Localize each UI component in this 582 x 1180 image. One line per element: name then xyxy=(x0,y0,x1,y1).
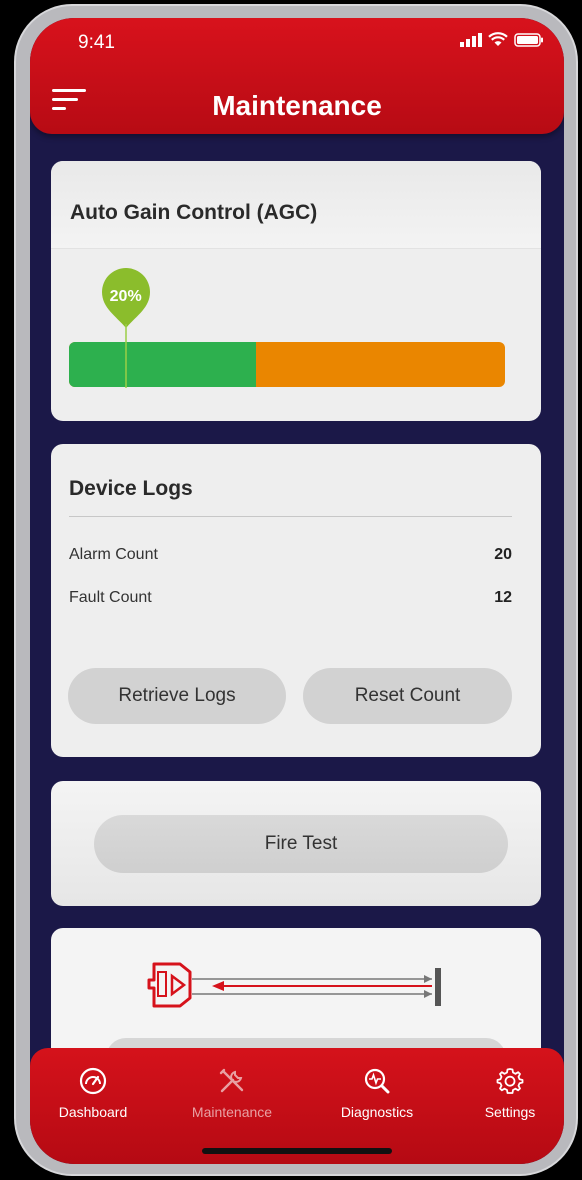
status-time: 9:41 xyxy=(78,32,115,53)
tab-label: Diagnostics xyxy=(340,1104,414,1120)
app-screen: 9:41 Maintenance Auto Gain Control (AGC)… xyxy=(30,18,564,1164)
tab-label: Settings xyxy=(484,1104,536,1120)
log-row-label: Alarm Count xyxy=(69,546,158,563)
log-row-value: 20 xyxy=(494,546,512,563)
beam-detector-diagram xyxy=(147,962,441,1008)
log-row-fault: Fault Count 12 xyxy=(69,589,512,607)
reflector-icon xyxy=(435,968,441,1006)
map-pin-icon xyxy=(101,268,150,388)
agc-level-marker: 20% xyxy=(100,266,152,395)
retrieve-logs-button[interactable]: Retrieve Logs xyxy=(68,668,286,724)
divider xyxy=(69,516,512,517)
device-logs-title: Device Logs xyxy=(69,477,193,500)
app-header: 9:41 Maintenance xyxy=(30,18,564,134)
battery-icon xyxy=(514,32,543,47)
fire-test-card: Fire Test xyxy=(51,781,541,906)
fire-test-button[interactable]: Fire Test xyxy=(94,815,508,873)
wifi-icon xyxy=(488,32,508,46)
device-logs-card: Device Logs Alarm Count 20 Fault Count 1… xyxy=(51,444,541,757)
status-icons xyxy=(460,32,544,47)
tools-icon xyxy=(219,1068,244,1093)
log-row-label: Fault Count xyxy=(69,589,152,606)
agc-card: Auto Gain Control (AGC) 20% xyxy=(51,161,541,421)
tab-settings[interactable]: Settings xyxy=(455,1066,564,1120)
speedometer-icon xyxy=(79,1067,107,1095)
detector-icon xyxy=(147,962,192,1008)
reset-count-button[interactable]: Reset Count xyxy=(303,668,512,724)
agc-title: Auto Gain Control (AGC) xyxy=(70,201,318,224)
diagnostics-search-icon xyxy=(364,1068,390,1094)
page-title: Maintenance xyxy=(212,90,382,121)
gear-icon xyxy=(496,1068,524,1094)
log-row-alarm: Alarm Count 20 xyxy=(69,546,512,564)
bottom-tab-bar: Dashboard Maintenance Diagnostics Settin… xyxy=(30,1048,564,1164)
tab-label: Maintenance xyxy=(191,1104,273,1120)
tab-label: Dashboard xyxy=(58,1104,128,1120)
signal-icon xyxy=(460,32,482,47)
tab-dashboard[interactable]: Dashboard xyxy=(38,1066,148,1120)
agc-bar-green-segment xyxy=(69,342,257,387)
home-indicator xyxy=(202,1148,392,1154)
log-row-value: 12 xyxy=(494,589,512,606)
tab-diagnostics[interactable]: Diagnostics xyxy=(322,1066,432,1120)
agc-level-label: 20% xyxy=(109,288,142,305)
tab-maintenance[interactable]: Maintenance xyxy=(177,1066,287,1120)
